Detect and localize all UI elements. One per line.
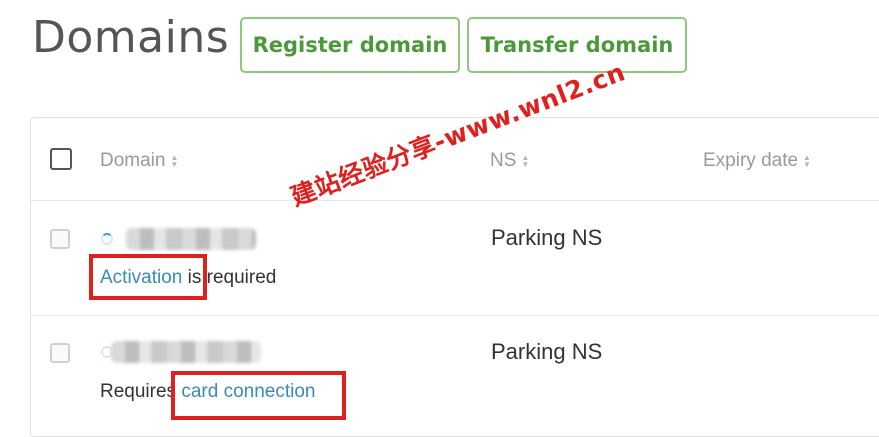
ns-value: Parking NS: [491, 225, 603, 250]
status-suffix: is required: [182, 267, 277, 288]
register-domain-button[interactable]: Register domain: [240, 17, 460, 73]
card-connection-link[interactable]: card connection: [181, 381, 315, 402]
activation-link[interactable]: Activation: [100, 267, 182, 288]
blurred-domain-name: [111, 341, 261, 363]
blurred-domain-name: [126, 228, 256, 250]
spinner-icon: [101, 233, 113, 245]
column-ns[interactable]: NS ▲ ▼: [490, 150, 529, 172]
row-status: Requires card connection: [100, 381, 315, 403]
row-checkbox[interactable]: [50, 343, 70, 363]
page-title: Domains: [32, 12, 230, 63]
column-ns-label: NS: [490, 150, 517, 171]
column-domain-label: Domain: [100, 150, 166, 171]
transfer-domain-button[interactable]: Transfer domain: [467, 17, 687, 73]
ns-value: Parking NS: [491, 339, 603, 364]
table-row: Requires card connection Parking NS: [31, 315, 879, 429]
sort-icon: ▲ ▼: [803, 153, 811, 169]
domains-table: Domain ▲ ▼ NS ▲ ▼ Expiry date ▲ ▼ Activatio…: [30, 117, 879, 437]
column-expiry[interactable]: Expiry date ▲ ▼: [703, 150, 811, 172]
row-checkbox[interactable]: [50, 229, 70, 249]
status-prefix: Requires: [100, 381, 182, 402]
column-expiry-label: Expiry date: [703, 150, 799, 171]
sort-icon: ▲ ▼: [170, 153, 179, 169]
column-domain[interactable]: Domain ▲ ▼: [100, 150, 178, 172]
select-all-checkbox[interactable]: [50, 148, 72, 170]
sort-icon: ▲ ▼: [521, 153, 530, 169]
row-status: Activation is required: [100, 267, 276, 289]
table-row: Activation is required Parking NS: [31, 201, 879, 316]
